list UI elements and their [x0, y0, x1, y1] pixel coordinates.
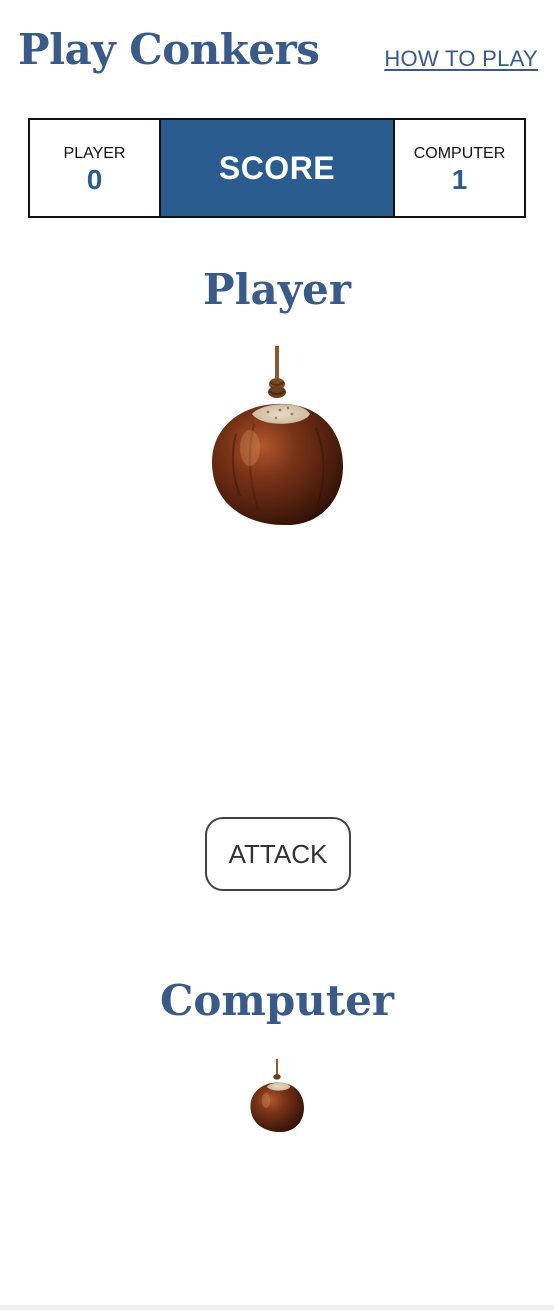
- site-header: Play Conkers HOW TO PLAY: [0, 0, 554, 100]
- player-conker-icon: [206, 344, 348, 530]
- bottom-bar: [0, 1305, 554, 1310]
- computer-score-cell: COMPUTER 1: [393, 120, 524, 216]
- player-heading: Player: [202, 265, 351, 314]
- computer-score-value: 1: [451, 164, 468, 195]
- scoreboard: PLAYER 0 SCORE COMPUTER 1: [28, 118, 526, 218]
- conker-icon: [250, 1058, 304, 1132]
- computer-conker-icon: [248, 1058, 306, 1134]
- how-to-play-link[interactable]: HOW TO PLAY: [384, 46, 538, 72]
- attack-button[interactable]: ATTACK: [205, 817, 351, 891]
- player-score-label: PLAYER: [63, 145, 126, 162]
- conker-icon: [212, 346, 344, 526]
- computer-heading: Computer: [159, 976, 395, 1025]
- page-title: Play Conkers: [18, 25, 320, 74]
- score-banner: SCORE: [161, 120, 393, 216]
- player-score-value: 0: [86, 164, 103, 195]
- score-title: SCORE: [218, 149, 336, 186]
- computer-score-label: COMPUTER: [413, 145, 506, 162]
- player-score-cell: PLAYER 0: [30, 120, 161, 216]
